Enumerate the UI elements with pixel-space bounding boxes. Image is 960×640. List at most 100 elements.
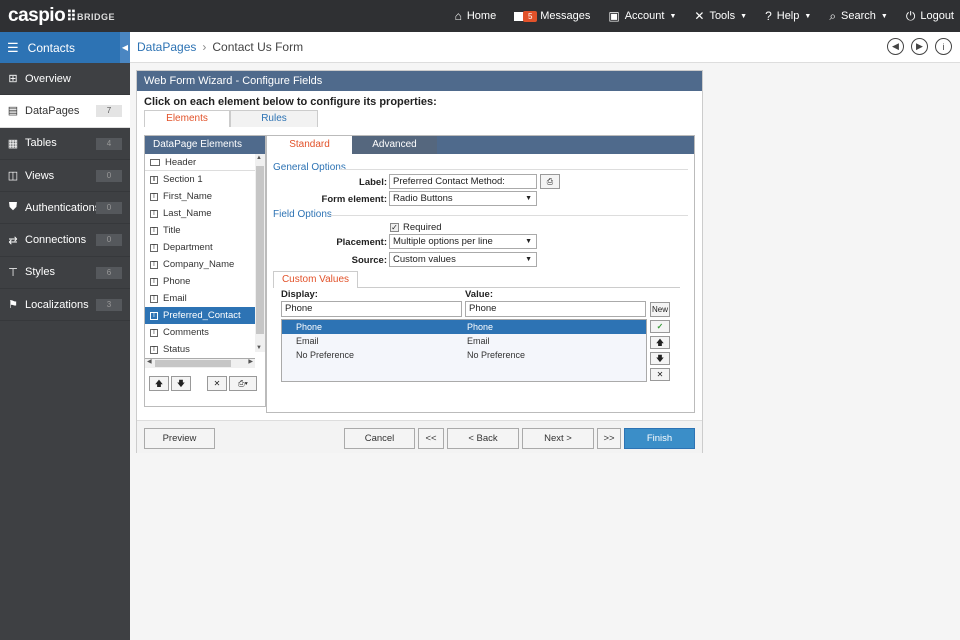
- caspio-logo[interactable]: caspio⠿: [8, 5, 77, 27]
- breadcrumb-datapages[interactable]: DataPages: [137, 40, 196, 54]
- element-phone[interactable]: T Phone: [145, 273, 255, 290]
- element-first-name[interactable]: T First_Name: [145, 188, 255, 205]
- element-label: Company_Name: [163, 259, 235, 270]
- text-field-icon: T: [150, 226, 158, 235]
- preview-button[interactable]: Preview: [144, 428, 215, 449]
- custom-value-row[interactable]: Email Email: [282, 334, 646, 348]
- sidebar-item-authentications[interactable]: ⛊ Authentications 0: [0, 192, 130, 225]
- header-actions: ◀ ▶ i: [880, 38, 952, 55]
- hamburger-icon[interactable]: ☰: [7, 40, 19, 56]
- scroll-right-icon[interactable]: ▶: [248, 358, 253, 365]
- account-card-icon: ▣: [608, 9, 620, 23]
- sidebar-header[interactable]: ☰ Contacts ◀: [0, 32, 130, 63]
- move-value-down-button[interactable]: 🡇: [650, 352, 670, 365]
- megaphone-icon[interactable]: ◀: [887, 38, 904, 55]
- info-icon[interactable]: i: [935, 38, 952, 55]
- divider: [329, 215, 688, 216]
- row-value: No Preference: [467, 350, 526, 360]
- tab-advanced[interactable]: Advanced: [352, 136, 437, 154]
- display-column-header: Display:: [281, 289, 318, 300]
- tab-elements[interactable]: Elements: [144, 110, 230, 127]
- text-field-icon: T: [150, 192, 158, 201]
- sidebar-item-label: Connections: [25, 234, 87, 247]
- nav-home[interactable]: ⌂ Home: [455, 9, 497, 23]
- element-status[interactable]: T Status: [145, 341, 255, 358]
- scroll-up-icon[interactable]: ▲: [256, 155, 262, 161]
- elements-horizontal-scrollbar[interactable]: ◀ ▶: [145, 359, 255, 368]
- app-name: Contacts: [27, 40, 76, 55]
- insert-parameter-button[interactable]: ⎙: [540, 174, 560, 189]
- first-step-button[interactable]: <<: [418, 428, 444, 449]
- nav-search[interactable]: ⌕ Search ▼: [829, 9, 888, 24]
- sidebar-item-label: Overview: [25, 72, 71, 85]
- last-step-button[interactable]: >>: [597, 428, 621, 449]
- sidebar-item-connections[interactable]: ⇄ Connections 0: [0, 224, 130, 257]
- scroll-thumb[interactable]: [155, 360, 231, 367]
- new-value-button[interactable]: New: [650, 302, 670, 317]
- element-email[interactable]: T Email: [145, 290, 255, 307]
- element-label: Header: [165, 156, 197, 168]
- chevron-down-icon: ▼: [525, 238, 532, 245]
- logo-subtitle: BRIDGE: [77, 12, 116, 22]
- insert-element-button[interactable]: ⎙▾: [229, 376, 257, 391]
- sidebar-item-datapages[interactable]: ▤ DataPages 7: [0, 95, 130, 128]
- next-button[interactable]: Next >: [522, 428, 594, 449]
- sidebar-item-tables[interactable]: ▦ Tables 4: [0, 128, 130, 160]
- custom-values-list: Phone Phone Email Email No Preference No Pref…: [281, 319, 647, 382]
- nav-account[interactable]: ▣ Account ▼: [608, 9, 676, 23]
- label-input[interactable]: Preferred Contact Method:: [389, 174, 537, 189]
- element-section-1[interactable]: ‖ Section 1: [145, 171, 255, 188]
- form-element-select[interactable]: Radio Buttons ▼: [389, 191, 537, 206]
- label-field-label: Label:: [359, 177, 387, 188]
- source-select[interactable]: Custom values ▼: [389, 252, 537, 267]
- delete-element-button[interactable]: ✕: [207, 376, 227, 391]
- nav-messages[interactable]: 5 Messages: [514, 10, 590, 22]
- sidebar-item-localizations[interactable]: ⚑ Localizations 3: [0, 289, 130, 322]
- sidebar-item-label: Views: [25, 169, 55, 182]
- tab-custom-values[interactable]: Custom Values: [273, 271, 358, 288]
- custom-value-row[interactable]: Phone Phone: [282, 320, 646, 334]
- display-input[interactable]: Phone: [281, 301, 462, 317]
- element-label: Preferred_Contact: [163, 310, 241, 321]
- scroll-down-icon[interactable]: ▼: [256, 345, 262, 351]
- elements-vertical-scrollbar[interactable]: ▲ ▼: [255, 154, 265, 352]
- scroll-thumb[interactable]: [256, 166, 264, 334]
- placement-select[interactable]: Multiple options per line ▼: [389, 234, 537, 249]
- scroll-left-icon[interactable]: ◀: [147, 358, 152, 365]
- element-last-name[interactable]: T Last_Name: [145, 205, 255, 222]
- nav-help[interactable]: ? Help ▼: [765, 9, 811, 23]
- collapse-sidebar-icon[interactable]: ◀: [120, 32, 130, 63]
- sidebar-item-overview[interactable]: ⊞ Overview: [0, 63, 130, 96]
- text-field-icon: T: [150, 260, 158, 269]
- element-company-name[interactable]: T Company_Name: [145, 256, 255, 273]
- element-title[interactable]: T Title: [145, 222, 255, 239]
- source-label: Source:: [351, 255, 387, 266]
- sidebar-item-styles[interactable]: ⊤ Styles 6: [0, 257, 130, 290]
- tab-rules[interactable]: Rules: [230, 110, 318, 127]
- nav-logout[interactable]: ⏻ Logout: [906, 9, 954, 24]
- element-comments[interactable]: T Comments: [145, 324, 255, 341]
- nav-tools[interactable]: ✕ Tools ▼: [694, 9, 747, 23]
- wizard-title: Web Form Wizard - Configure Fields: [137, 71, 702, 91]
- nav-label: Home: [466, 10, 497, 22]
- custom-value-row[interactable]: No Preference No Preference: [282, 348, 646, 362]
- sidebar-item-views[interactable]: ◫ Views 0: [0, 160, 130, 193]
- value-input[interactable]: Phone: [465, 301, 646, 317]
- move-up-button[interactable]: 🡅: [149, 376, 169, 391]
- element-preferred-contact[interactable]: T Preferred_Contact: [145, 307, 255, 324]
- text-field-icon: T: [150, 209, 158, 218]
- check-icon[interactable]: ✓: [650, 320, 670, 333]
- element-department[interactable]: T Department: [145, 239, 255, 256]
- required-checkbox[interactable]: ✓: [390, 223, 399, 232]
- move-value-up-button[interactable]: 🡅: [650, 336, 670, 349]
- finish-button[interactable]: Finish: [624, 428, 695, 449]
- element-header[interactable]: Header: [145, 154, 255, 171]
- move-down-button[interactable]: 🡇: [171, 376, 191, 391]
- tab-standard[interactable]: Standard: [267, 136, 352, 154]
- row-display: Phone: [296, 322, 323, 332]
- cancel-button[interactable]: Cancel: [344, 428, 415, 449]
- row-display: Email: [296, 336, 319, 346]
- play-icon[interactable]: ▶: [911, 38, 928, 55]
- delete-value-button[interactable]: ✕: [650, 368, 670, 381]
- back-button[interactable]: < Back: [447, 428, 519, 449]
